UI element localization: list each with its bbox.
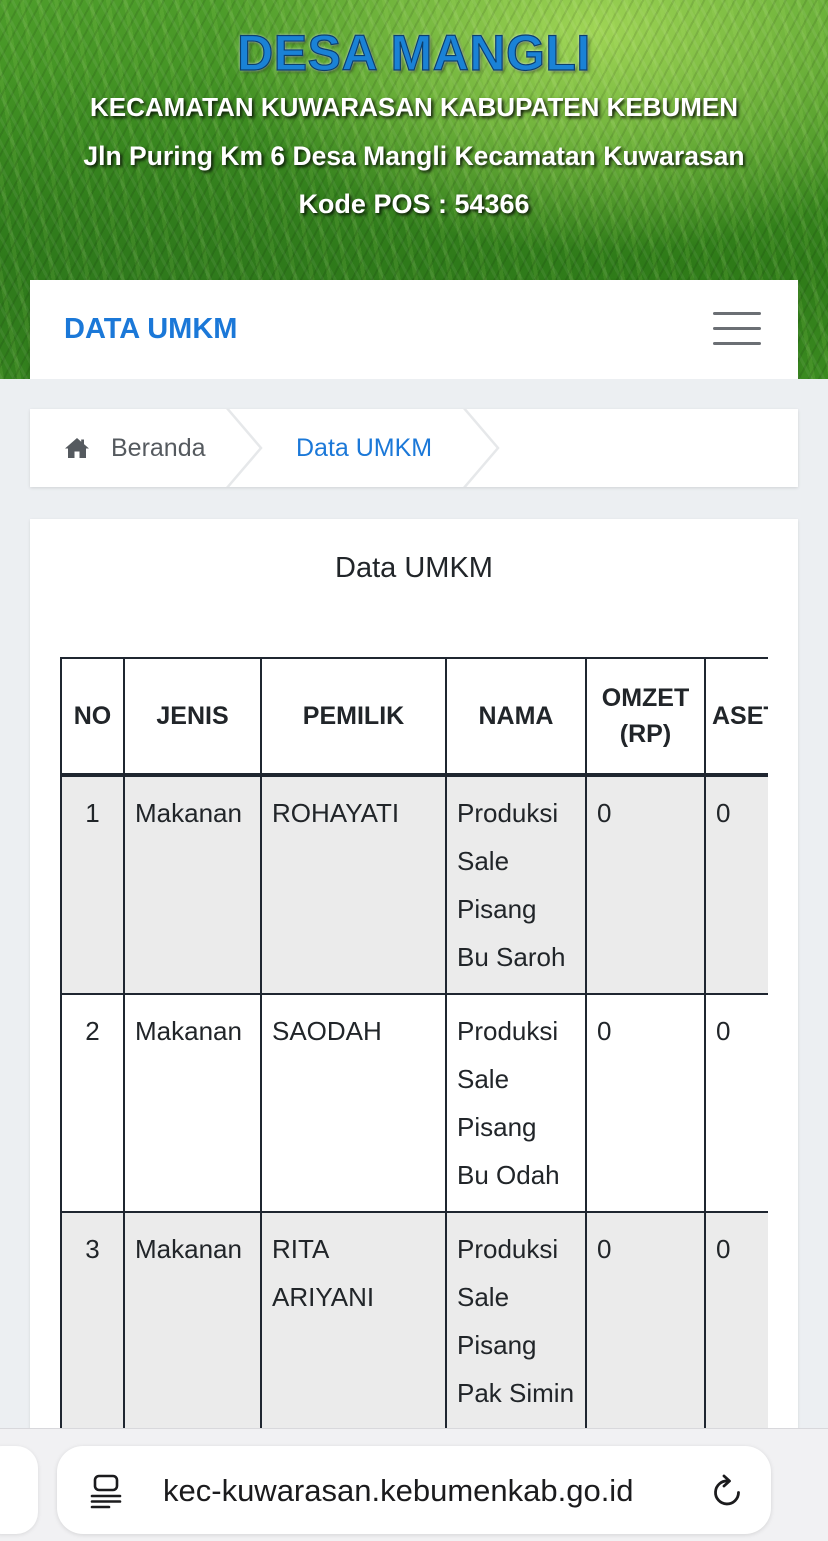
hamburger-menu-icon[interactable] [713, 310, 761, 348]
cell-pemilik: ROHAYATI [260, 774, 447, 995]
chevron-right-icon [226, 409, 263, 487]
home-icon[interactable] [64, 437, 90, 459]
cell-pemilik: RITA ARIYANI [260, 1211, 447, 1431]
column-header-nama[interactable]: NAMA [445, 657, 587, 777]
cell-no: 1 [60, 774, 125, 995]
page-title: Data UMKM [335, 552, 493, 584]
table-scroll-container[interactable]: NO JENIS PEMILIK NAMA OMZET (RP) ASET (R… [60, 657, 768, 1541]
table-row: 1 Makanan ROHAYATI Produksi Sale Pisang … [60, 774, 768, 995]
cell-no: 2 [60, 993, 125, 1213]
navbar-brand[interactable]: DATA UMKM [64, 313, 237, 346]
url-text[interactable]: kec-kuwarasan.kebumenkab.go.id [163, 1473, 633, 1509]
cell-nama: Produksi Sale Pisang Pak Simin [445, 1211, 587, 1431]
cell-omzet: 0 [585, 774, 706, 995]
content-card: Data UMKM NO JENIS PEMILIK NAMA OMZET (R… [30, 519, 798, 1541]
column-header-no[interactable]: NO [60, 657, 125, 777]
column-header-aset[interactable]: ASET (RP) [704, 657, 768, 777]
cell-aset: 0 [704, 993, 768, 1213]
cell-nama: Produksi Sale Pisang Bu Saroh [445, 774, 587, 995]
reload-icon[interactable] [711, 1473, 745, 1509]
browser-toolbar: kec-kuwarasan.kebumenkab.go.id [0, 1428, 828, 1541]
breadcrumb-current: Data UMKM [296, 434, 433, 462]
site-postal-code: Kode POS : 54366 [298, 189, 530, 219]
cell-omzet: 0 [585, 1211, 706, 1431]
umkm-table: NO JENIS PEMILIK NAMA OMZET (RP) ASET (R… [60, 657, 768, 1431]
cell-jenis: Makanan [123, 993, 262, 1213]
table-row: 2 Makanan SAODAH Produksi Sale Pisang Bu… [60, 993, 768, 1213]
chevron-right-icon [463, 409, 500, 487]
previous-tab-pill[interactable] [0, 1446, 38, 1534]
column-header-omzet[interactable]: OMZET (RP) [585, 657, 706, 777]
cell-aset: 0 [704, 1211, 768, 1431]
cell-pemilik: SAODAH [260, 993, 447, 1213]
site-address: Jln Puring Km 6 Desa Mangli Kecamatan Ku… [83, 141, 745, 171]
cell-aset: 0 [704, 774, 768, 995]
cell-no: 3 [60, 1211, 125, 1431]
table-header-row: NO JENIS PEMILIK NAMA OMZET (RP) ASET (R… [60, 657, 768, 777]
header-banner: DESA MANGLI KECAMATAN KUWARASAN KABUPATE… [0, 0, 828, 379]
table-row: 3 Makanan RITA ARIYANI Produksi Sale Pis… [60, 1211, 768, 1431]
breadcrumb: Beranda Data UMKM [30, 409, 798, 487]
site-subtitle-district: KECAMATAN KUWARASAN KABUPATEN KEBUMEN [89, 92, 739, 122]
column-header-jenis[interactable]: JENIS [123, 657, 262, 777]
address-bar[interactable]: kec-kuwarasan.kebumenkab.go.id [57, 1446, 771, 1534]
column-header-pemilik[interactable]: PEMILIK [260, 657, 447, 777]
reader-mode-icon[interactable] [89, 1473, 123, 1509]
cell-jenis: Makanan [123, 1211, 262, 1431]
site-title: DESA MANGLI [237, 24, 591, 81]
page: DESA MANGLI KECAMATAN KUWARASAN KABUPATE… [0, 0, 828, 1541]
breadcrumb-home-link[interactable]: Beranda [111, 434, 206, 463]
cell-omzet: 0 [585, 993, 706, 1213]
cell-nama: Produksi Sale Pisang Bu Odah [445, 993, 587, 1213]
navbar: DATA UMKM [30, 280, 798, 379]
cell-jenis: Makanan [123, 774, 262, 995]
